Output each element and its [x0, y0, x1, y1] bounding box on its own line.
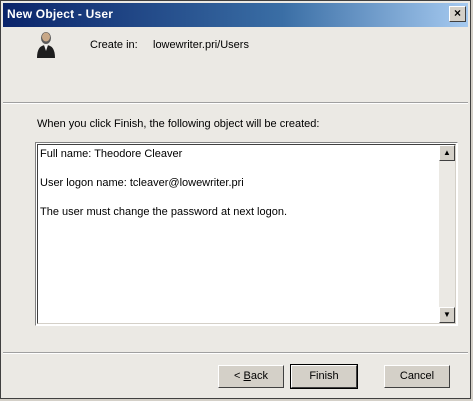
create-in-label: Create in:	[90, 39, 138, 51]
scroll-down-icon[interactable]: ▼	[439, 307, 455, 323]
window-title: New Object - User	[7, 7, 114, 21]
vertical-scrollbar[interactable]: ▲ ▼	[439, 145, 455, 323]
footer-divider	[3, 352, 468, 354]
finish-button[interactable]: Finish	[290, 364, 358, 389]
info-text: When you click Finish, the following obj…	[37, 118, 320, 130]
close-icon: ×	[453, 6, 461, 20]
close-button[interactable]: ×	[449, 6, 466, 22]
new-object-user-dialog: New Object - User × Create in: lowewrite…	[0, 0, 471, 399]
cancel-button[interactable]: Cancel	[384, 365, 450, 388]
summary-line-password: The user must change the password at nex…	[40, 206, 288, 218]
back-label: ack	[250, 370, 268, 382]
summary-line-logon-name: User logon name: tcleaver@lowewriter.pri	[40, 177, 244, 189]
title-bar[interactable]: New Object - User ×	[3, 3, 468, 27]
scroll-up-icon[interactable]: ▲	[439, 145, 455, 161]
back-accelerator: B	[243, 370, 251, 382]
summary-textbox[interactable]: Full name: Theodore Cleaver User logon n…	[35, 142, 458, 326]
back-prefix: <	[234, 370, 244, 382]
back-button[interactable]: < Back	[218, 365, 284, 388]
user-icon	[37, 32, 55, 58]
summary-line-full-name: Full name: Theodore Cleaver	[40, 148, 183, 160]
create-in-path: lowewriter.pri/Users	[153, 39, 249, 51]
header-divider	[3, 102, 468, 104]
